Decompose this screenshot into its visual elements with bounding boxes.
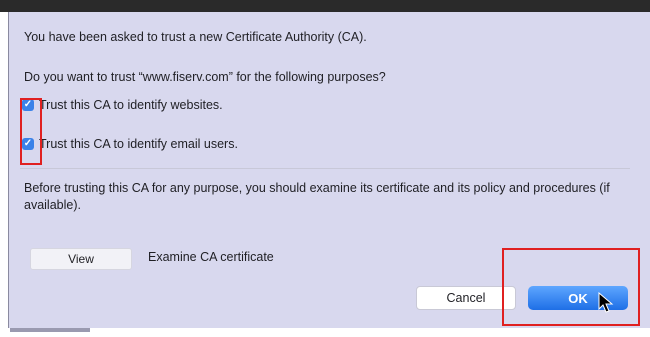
checkbox-highlight-box [20,98,42,165]
trust-websites-option[interactable]: ✓ Trust this CA to identify websites. [22,96,223,114]
background-window-edge [10,328,90,332]
view-certificate-description: Examine CA certificate [148,250,274,264]
trust-websites-label: Trust this CA to identify websites. [39,98,223,112]
cancel-button[interactable]: Cancel [416,286,516,310]
bottom-strip [0,328,650,337]
view-certificate-button[interactable]: View [30,248,132,270]
dialog-intro-text: You have been asked to trust a new Certi… [24,30,367,44]
examine-note-text: Before trusting this CA for any purpose,… [24,181,610,212]
section-divider [20,168,630,169]
dialog-question-text: Do you want to trust “www.fiserv.com” fo… [24,70,386,84]
window-top-edge [0,0,650,12]
ok-highlight-box [502,248,640,326]
mouse-pointer-icon [598,292,614,313]
trust-email-option[interactable]: ✓ Trust this CA to identify email users. [22,135,238,153]
trust-email-label: Trust this CA to identify email users. [39,137,238,151]
